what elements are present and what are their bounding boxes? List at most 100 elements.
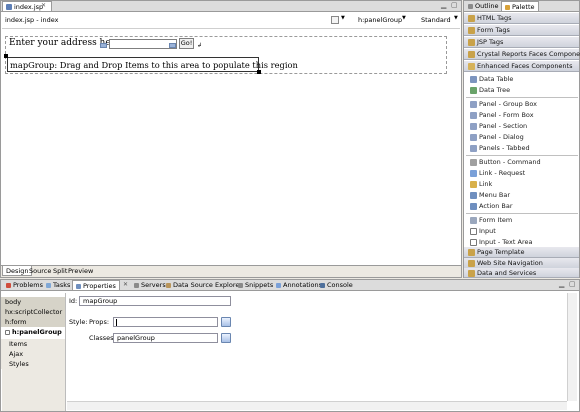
panel-icon	[470, 144, 477, 152]
tab-tasks[interactable]: Tasks	[43, 280, 73, 290]
palette-separator	[466, 213, 578, 214]
map-group-panel[interactable]: mapGroup: Drag and Drop Items to this ar…	[7, 57, 298, 72]
minimize-icon[interactable]: ▁	[441, 1, 446, 9]
palette-item-panel-dialog[interactable]: Panel - Dialog	[464, 132, 579, 143]
drawer-data-and-services[interactable]: Data and Services	[464, 268, 579, 278]
tab-preview[interactable]: Preview	[65, 266, 96, 276]
problems-icon	[6, 282, 11, 288]
tab-close-icon[interactable]: ✕	[41, 2, 46, 9]
nav-item-form[interactable]: h:form	[1, 317, 65, 327]
input-icon	[470, 227, 477, 235]
tab-problems[interactable]: Problems	[3, 280, 46, 290]
folder-icon	[468, 26, 475, 34]
mode-dropdown[interactable]: Standard	[421, 15, 451, 25]
bottom-tab-label: Servers	[141, 281, 166, 289]
palette-item-data-tree[interactable]: Data Tree	[464, 85, 579, 96]
servers-icon	[134, 282, 139, 288]
palette-item-form-item[interactable]: Form Item	[464, 215, 579, 226]
hint-icon: ↲	[197, 42, 203, 49]
style-props-field[interactable]	[113, 317, 218, 327]
classes-field[interactable]: panelGroup	[113, 333, 218, 343]
folder-icon	[468, 269, 475, 277]
palette-item-label: Menu Bar	[479, 191, 511, 199]
nav-item-items[interactable]: Items	[1, 339, 65, 349]
tab-close-icon[interactable]: ✕	[123, 281, 128, 288]
horizontal-scrollbar[interactable]	[67, 401, 567, 410]
go-button-label: Go!	[180, 39, 193, 47]
folder-icon	[468, 248, 475, 256]
folder-icon	[468, 14, 475, 22]
minimize-icon[interactable]: ▁	[559, 280, 564, 288]
tab-snippets[interactable]: Snippets	[235, 280, 276, 290]
palette-item-panels-tabbed[interactable]: Panels - Tabbed	[464, 143, 579, 154]
tasks-icon	[46, 282, 51, 288]
maximize-icon[interactable]: ▢	[569, 280, 576, 288]
palette-item-panel-group-box[interactable]: Panel - Group Box	[464, 99, 579, 110]
id-label: Id:	[69, 297, 78, 305]
id-field[interactable]: mapGroup	[79, 296, 231, 306]
component-dropdown[interactable]: h:panelGroup	[358, 15, 402, 25]
nav-item-scriptcollector[interactable]: hx:scriptCollector	[1, 307, 65, 317]
drawer-label: Enhanced Faces Components	[477, 62, 573, 70]
nav-item-styles[interactable]: Styles	[1, 359, 65, 369]
selection-handle[interactable]	[257, 70, 261, 74]
nav-item-ajax[interactable]: Ajax	[1, 349, 65, 359]
drawer-html-tags[interactable]: HTML Tags	[464, 13, 579, 24]
bottom-tab-label: Tasks	[53, 281, 71, 289]
classes-browse-button[interactable]	[221, 333, 231, 343]
editor-tab-strip	[1, 1, 461, 12]
palette-item-label: Form Item	[479, 216, 513, 224]
nav-item-body[interactable]: body	[1, 297, 65, 307]
drawer-label: Crystal Reports Faces Components	[477, 50, 580, 58]
drawer-label: Page Template	[477, 248, 525, 256]
tab-outline[interactable]: Outline	[465, 1, 502, 11]
map-group-text: mapGroup: Drag and Drop Items to this ar…	[10, 60, 298, 70]
palette-item-action-bar[interactable]: Action Bar	[464, 201, 579, 212]
chevron-down-icon: ▼	[402, 15, 406, 21]
tab-outline-label: Outline	[475, 2, 499, 10]
link-icon	[470, 169, 477, 177]
palette-item-panel-form-box[interactable]: Panel - Form Box	[464, 110, 579, 121]
bottom-tab-label: Properties	[83, 282, 116, 290]
style-props-browse-button[interactable]	[221, 317, 231, 327]
database-icon	[166, 282, 171, 288]
panel-icon	[470, 111, 477, 119]
palette-item-label: Link - Request	[479, 169, 526, 177]
palette-item-button-command[interactable]: Button - Command	[464, 157, 579, 168]
drawer-enhanced-faces[interactable]: Enhanced Faces Components	[464, 61, 579, 72]
panel-icon	[470, 133, 477, 141]
nav-item-panelgroup[interactable]: h:panelGroup	[1, 327, 65, 337]
tab-palette-label: Palette	[512, 3, 535, 11]
palette-separator	[466, 155, 578, 156]
tab-palette[interactable]: Palette	[501, 1, 539, 11]
props-label: Props:	[89, 318, 110, 326]
toolbar-divider	[2, 28, 460, 29]
drawer-page-template[interactable]: Page Template	[464, 247, 579, 258]
palette-item-data-table[interactable]: Data Table	[464, 74, 579, 85]
input-icon	[169, 43, 176, 48]
tab-data-source-explorer[interactable]: Data Source Explorer	[163, 280, 245, 290]
palette-item-label: Panels - Tabbed	[479, 144, 530, 152]
selection-handle[interactable]	[4, 54, 8, 58]
palette-item-menu-bar[interactable]: Menu Bar	[464, 190, 579, 201]
properties-icon	[76, 283, 81, 289]
palette-item-link[interactable]: Link	[464, 179, 579, 190]
go-button[interactable]: Go!	[179, 38, 194, 49]
maximize-icon[interactable]: ▢	[451, 1, 458, 9]
address-input[interactable]	[109, 39, 177, 49]
palette-item-input[interactable]: Input	[464, 226, 579, 237]
drawer-jsp-tags[interactable]: JSP Tags	[464, 37, 579, 48]
drawer-form-tags[interactable]: Form Tags	[464, 25, 579, 36]
text-cursor	[116, 319, 117, 326]
tab-console[interactable]: Console	[317, 280, 356, 290]
drawer-label: Web Site Navigation	[477, 259, 543, 267]
palette-item-link-request[interactable]: Link - Request	[464, 168, 579, 179]
properties-pane: Problems Tasks Properties ✕ Servers Data…	[0, 279, 580, 412]
palette-item-panel-section[interactable]: Panel - Section	[464, 121, 579, 132]
drawer-label: JSP Tags	[477, 38, 504, 46]
palette-toggle-icon[interactable]	[331, 16, 339, 24]
style-label: Style:	[69, 318, 88, 326]
tab-properties[interactable]: Properties	[72, 280, 120, 290]
vertical-scrollbar[interactable]	[567, 293, 577, 401]
drawer-crystal-reports[interactable]: Crystal Reports Faces Components	[464, 49, 580, 60]
